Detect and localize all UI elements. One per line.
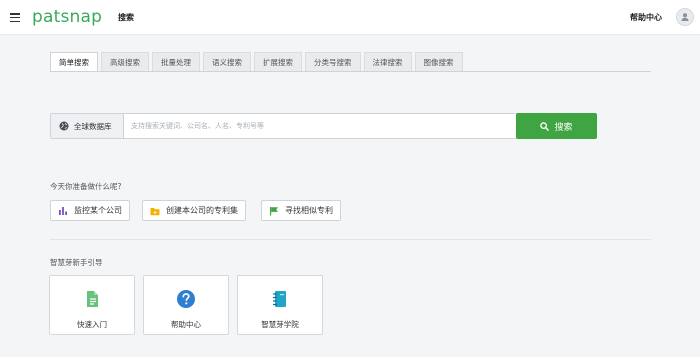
find-similar-patents-button[interactable]: 寻找相似专利 <box>261 200 341 221</box>
quick-start-label: 快速入门 <box>77 320 107 329</box>
section-divider <box>50 239 651 240</box>
create-patent-set-label: 创建本公司的专利集 <box>166 206 238 215</box>
search-button-label: 搜索 <box>554 122 573 133</box>
search-button[interactable]: 搜索 <box>516 113 597 139</box>
search-tabs: 简单搜索 高级搜索 批量处理 语义搜索 扩展搜索 分类号搜索 法律搜索 图像搜索 <box>50 52 466 71</box>
menu-icon[interactable] <box>10 13 20 23</box>
top-bar: patsnap 搜索 帮助中心 <box>0 0 700 35</box>
help-center-card-label: 帮助中心 <box>171 320 201 329</box>
flag-icon <box>269 206 279 216</box>
tab-extended-search[interactable]: 扩展搜索 <box>254 52 302 71</box>
help-center-link[interactable]: 帮助中心 <box>630 12 662 23</box>
tab-semantic-search[interactable]: 语义搜索 <box>203 52 251 71</box>
academy-card[interactable]: 智慧芽学院 <box>237 275 323 335</box>
find-similar-patents-label: 寻找相似专利 <box>285 206 333 215</box>
search-input[interactable] <box>124 114 516 138</box>
database-select[interactable]: 全球数据库 <box>51 114 124 138</box>
tab-simple-search[interactable]: 简单搜索 <box>50 52 98 71</box>
notebook-icon <box>270 289 290 309</box>
globe-icon <box>59 121 69 131</box>
avatar[interactable] <box>676 8 694 26</box>
guide-title: 智慧芽新手引导 <box>50 258 103 267</box>
tabs-divider <box>50 71 651 72</box>
nav-search-link[interactable]: 搜索 <box>118 12 134 23</box>
document-icon <box>82 289 102 309</box>
search-bar: 全球数据库 <box>50 113 517 139</box>
bar-chart-icon <box>58 206 68 216</box>
tab-legal-search[interactable]: 法律搜索 <box>363 52 412 71</box>
monitor-company-label: 监控某个公司 <box>74 206 122 215</box>
logo[interactable]: patsnap <box>32 7 102 27</box>
quick-start-card[interactable]: 快速入门 <box>49 275 135 335</box>
tab-batch[interactable]: 批量处理 <box>152 52 200 71</box>
tab-image-search[interactable]: 图像搜索 <box>414 52 463 71</box>
tab-advanced-search[interactable]: 高级搜索 <box>101 52 149 71</box>
help-center-card[interactable]: 帮助中心 <box>143 275 229 335</box>
question-icon <box>176 289 196 309</box>
search-icon <box>540 121 550 131</box>
user-icon <box>681 13 689 21</box>
database-label: 全球数据库 <box>74 121 112 131</box>
prompt-title: 今天你准备做什么呢? <box>50 182 122 191</box>
create-patent-set-button[interactable]: 创建本公司的专利集 <box>142 200 246 221</box>
monitor-company-button[interactable]: 监控某个公司 <box>50 200 130 221</box>
folder-icon <box>150 206 160 216</box>
tab-classification-search[interactable]: 分类号搜索 <box>305 52 361 71</box>
academy-label: 智慧芽学院 <box>261 320 299 329</box>
